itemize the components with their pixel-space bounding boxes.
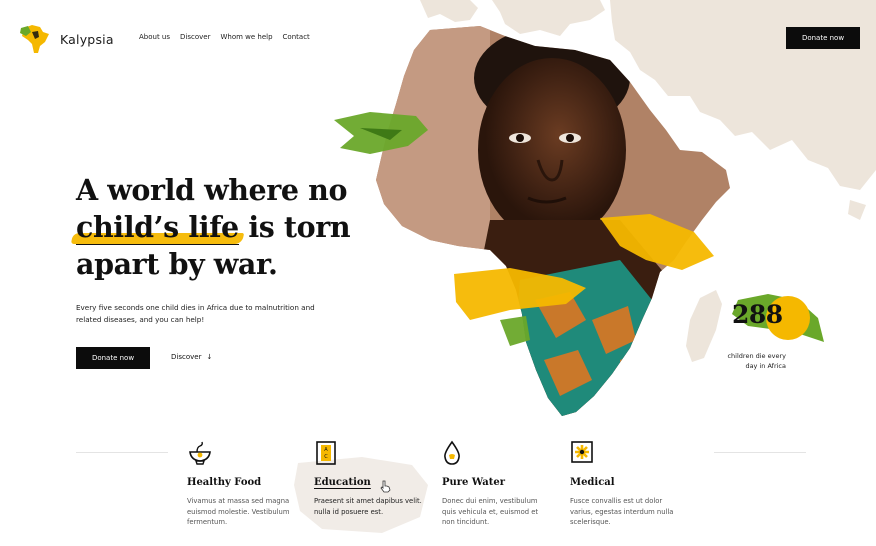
features-divider-left: [76, 452, 168, 453]
nav-item-contact[interactable]: Contact: [283, 33, 310, 41]
hand-cursor-icon: [380, 480, 391, 493]
hero-donate-button[interactable]: Donate now: [76, 347, 150, 369]
feature-description: Vivamus at massa sed magna euismod moles…: [187, 497, 290, 526]
nav-item-about[interactable]: About us: [139, 33, 170, 41]
africa-hero-image: [334, 26, 730, 416]
food-bowl-icon: [189, 441, 211, 465]
stat-label: children die every day in Africa: [727, 352, 786, 370]
book-icon: A C: [316, 441, 336, 465]
site-header: Kalypsia About us Discover Whom we help …: [0, 0, 876, 76]
stat-number: 288: [732, 300, 783, 329]
feature-healthy-food[interactable]: Healthy Food Vivamus at massa sed magna …: [187, 440, 297, 528]
hero-title-highlight: child’s life: [76, 210, 239, 245]
discover-label: Discover: [171, 353, 202, 361]
feature-pure-water[interactable]: Pure Water Donec dui enim, vestibulum qu…: [442, 440, 552, 528]
stat-children-deaths: 288 children die every day in Africa: [722, 290, 824, 380]
brand-name: Kalypsia: [60, 31, 114, 47]
svg-text:A: A: [324, 447, 328, 453]
nav-item-whom-we-help[interactable]: Whom we help: [220, 33, 272, 41]
medical-cross-icon: [571, 441, 593, 463]
hero-description: Every five seconds one child dies in Afr…: [76, 303, 315, 324]
brand-logo[interactable]: Kalypsia: [18, 22, 114, 56]
hero-title-line3: apart by war.: [76, 247, 278, 281]
feature-education[interactable]: A C Education Praesent sit amet dapibus …: [314, 440, 424, 517]
hero-title-line1: A world where no: [76, 173, 348, 207]
feature-description: Praesent sit amet dapibus velit. nulla i…: [314, 497, 422, 516]
africa-logo-icon: [20, 25, 49, 53]
feature-title: Medical: [570, 477, 615, 488]
feature-description: Donec dui enim, vestibulum quis vehicula…: [442, 497, 539, 526]
svg-text:C: C: [324, 454, 328, 460]
header-donate-button[interactable]: Donate now: [786, 27, 860, 49]
water-drop-icon: [444, 440, 460, 465]
feature-title: Healthy Food: [187, 477, 262, 488]
hero-discover-link[interactable]: Discover ↓: [171, 353, 212, 361]
feature-medical[interactable]: Medical Fusce convallis est ut dolor var…: [570, 440, 680, 528]
feature-description: Fusce convallis est ut dolor varius, ege…: [570, 497, 674, 526]
feature-title: Education: [314, 477, 371, 488]
hero-title-line2: is torn: [238, 210, 351, 244]
nav-item-discover[interactable]: Discover: [180, 33, 210, 41]
hero-title: A world where no child’s life is torn ap…: [76, 172, 376, 283]
feature-title: Pure Water: [442, 477, 505, 488]
main-nav: About us Discover Whom we help Contact: [139, 33, 310, 41]
arrow-down-icon: ↓: [206, 353, 213, 361]
features-divider-right: [714, 452, 806, 453]
